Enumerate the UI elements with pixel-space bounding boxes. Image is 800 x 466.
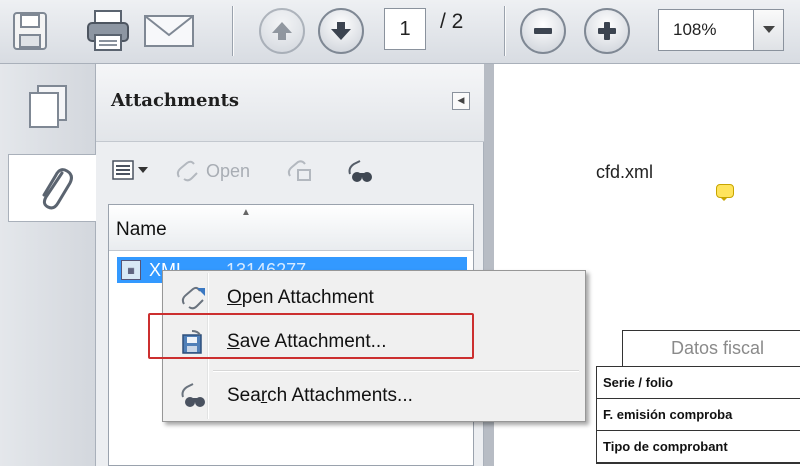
navigation-rail	[0, 64, 98, 466]
toolbar-separator	[504, 6, 505, 56]
email-button[interactable]	[142, 10, 196, 52]
page-up-icon	[259, 8, 305, 54]
zoom-input[interactable]: 108%	[658, 9, 754, 51]
attachment-file-label: cfd.xml	[596, 162, 654, 182]
open-attachment-icon	[171, 286, 215, 310]
email-icon	[144, 15, 194, 47]
save-icon	[13, 12, 47, 50]
pages-panel-button[interactable]	[10, 72, 86, 140]
collapse-arrow-icon: ◀	[457, 96, 465, 106]
page-down-icon	[318, 8, 364, 54]
fiscal-data-table: Serie / folio F. emisión comproba Tipo d…	[596, 366, 800, 464]
column-header-name[interactable]: ▲ Name	[109, 205, 473, 251]
toolbar: 1 / 2 108%	[0, 0, 800, 64]
pages-icon	[29, 85, 67, 128]
menu-item-search-attachments[interactable]: Search Attachments...	[167, 375, 581, 417]
zoom-out-icon	[520, 8, 566, 54]
attachments-paperclip-icon	[42, 168, 73, 210]
search-attachments-toolbar-button[interactable]	[346, 160, 374, 184]
column-header-label: Name	[116, 219, 167, 240]
dropdown-arrow-icon	[762, 26, 775, 33]
table-row: Tipo de comprobant	[597, 431, 800, 463]
open-label: Open	[206, 160, 251, 181]
zoom-in-icon	[584, 8, 630, 54]
print-icon	[87, 10, 129, 51]
options-list-icon	[112, 160, 134, 180]
panel-toolbar: Open	[96, 142, 484, 202]
table-row: Serie / folio	[597, 367, 800, 399]
panel-title: Attachments	[111, 90, 240, 111]
panel-header: Attachments ◀	[96, 64, 484, 142]
fiscal-data-title: Datos fiscal	[622, 330, 800, 366]
add-attachment-icon	[287, 160, 311, 181]
attachments-panel-button[interactable]	[8, 154, 98, 222]
zoom-dropdown-button[interactable]	[754, 9, 784, 51]
save-button[interactable]	[10, 8, 50, 54]
print-button[interactable]	[84, 6, 132, 56]
search-binoculars-icon	[348, 160, 372, 182]
menu-item-label: Open Attachment	[227, 287, 374, 308]
menu-separator	[213, 370, 579, 371]
save-attachment-highlight	[148, 313, 474, 359]
page-number-input[interactable]: 1	[384, 8, 426, 50]
collapse-panel-button[interactable]: ◀	[452, 92, 470, 110]
options-menu-button[interactable]	[112, 160, 148, 180]
xml-file-icon: ▦	[121, 260, 141, 280]
page-total-label: / 2	[440, 10, 464, 33]
menu-item-label: Search Attachments...	[227, 385, 413, 406]
open-link-icon	[176, 160, 198, 182]
add-attachment-button[interactable]	[286, 160, 312, 182]
zoom-out-button[interactable]	[520, 8, 566, 54]
sort-arrow-icon: ▲	[241, 207, 251, 218]
toolbar-separator	[232, 6, 233, 56]
dropdown-arrow-icon	[138, 167, 148, 173]
zoom-in-button[interactable]	[584, 8, 630, 54]
search-attachments-icon	[171, 383, 215, 409]
previous-page-button[interactable]	[259, 8, 305, 54]
open-attachment-toolbar-button[interactable]: Open	[176, 160, 250, 182]
table-row: F. emisión comproba	[597, 399, 800, 431]
next-page-button[interactable]	[318, 8, 364, 54]
comment-note-icon[interactable]	[716, 184, 734, 201]
